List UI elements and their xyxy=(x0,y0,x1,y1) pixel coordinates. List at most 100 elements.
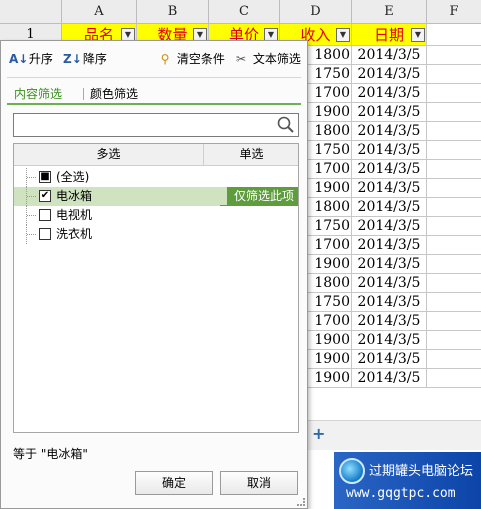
empty-cell[interactable] xyxy=(427,84,481,103)
tab-color-filter[interactable]: 颜色筛选 xyxy=(87,85,141,103)
date-cell[interactable]: 2014/3/5 xyxy=(352,274,427,293)
date-cell[interactable]: 2014/3/5 xyxy=(352,331,427,350)
ok-button[interactable]: 确定 xyxy=(135,471,213,495)
text-filter-label: 文本筛选 xyxy=(252,52,301,66)
watermark-title: 过期罐头电脑论坛 xyxy=(369,464,474,479)
empty-cell[interactable] xyxy=(427,122,481,141)
sort-ascending-button[interactable]: A↓ 升序 xyxy=(9,49,53,69)
empty-cell[interactable] xyxy=(427,179,481,198)
screen: A B C D E F 1 品名 ▼ 数量 ▼ 单价 ▼ 收入 ▼ 日期 ▼ 1800 20… xyxy=(0,0,481,509)
sort-descending-label: 降序 xyxy=(82,52,107,66)
column-header-f[interactable]: F xyxy=(427,0,481,24)
date-cell[interactable]: 2014/3/5 xyxy=(352,293,427,312)
empty-cell[interactable] xyxy=(427,350,481,369)
empty-cell[interactable] xyxy=(427,217,481,236)
date-cell[interactable]: 2014/3/5 xyxy=(352,84,427,103)
resize-grip-icon[interactable] xyxy=(297,498,305,506)
filter-dropdown-icon[interactable]: ▼ xyxy=(336,28,350,42)
single-select-mode[interactable]: 单选 xyxy=(205,144,298,165)
date-cell[interactable]: 2014/3/5 xyxy=(352,141,427,160)
checkbox-unchecked[interactable] xyxy=(39,228,51,240)
date-cell[interactable]: 2014/3/5 xyxy=(352,198,427,217)
corner-cell[interactable] xyxy=(0,0,62,24)
forum-logo-icon xyxy=(339,458,365,484)
empty-cell[interactable] xyxy=(427,369,481,388)
filter-active-icon[interactable]: ▼ xyxy=(411,28,425,42)
clear-conditions-label: 清空条件 xyxy=(176,52,225,66)
column-header-a[interactable]: A xyxy=(62,0,137,24)
empty-cell[interactable] xyxy=(427,312,481,331)
date-cell[interactable]: 2014/3/5 xyxy=(352,217,427,236)
filter-condition-text: 等于 "电冰箱" xyxy=(13,447,88,461)
date-cell[interactable]: 2014/3/5 xyxy=(352,122,427,141)
header-cell-date[interactable]: 日期 ▼ xyxy=(352,24,427,46)
column-header-d[interactable]: D xyxy=(280,0,352,24)
empty-cell[interactable] xyxy=(427,24,481,46)
clear-filter-icon: ⚲ xyxy=(160,52,170,66)
watermark: 过期罐头电脑论坛 www.gqgtpc.com xyxy=(334,452,481,509)
search-input[interactable] xyxy=(16,116,272,134)
sort-descending-button[interactable]: Z↓ 降序 xyxy=(63,49,107,69)
column-header-c[interactable]: C xyxy=(209,0,280,24)
cancel-button[interactable]: 取消 xyxy=(220,471,298,495)
filter-tabs: 内容筛选 颜色筛选 xyxy=(7,83,301,105)
search-box[interactable] xyxy=(13,113,299,137)
date-cell[interactable]: 2014/3/5 xyxy=(352,179,427,198)
empty-cell[interactable] xyxy=(427,255,481,274)
tree-line xyxy=(26,168,36,187)
tree-line xyxy=(26,187,36,206)
value-list: 多选 单选 ■ (全选) ✔ 电冰箱 仅筛选此项 电视机 洗衣机 xyxy=(13,143,299,433)
empty-cell[interactable] xyxy=(427,198,481,217)
text-filter-icon: ✂ xyxy=(235,52,247,66)
empty-cell[interactable] xyxy=(427,46,481,65)
date-cell[interactable]: 2014/3/5 xyxy=(352,312,427,331)
empty-cell[interactable] xyxy=(427,160,481,179)
search-icon[interactable] xyxy=(276,115,296,135)
tab-content-filter[interactable]: 内容筛选 xyxy=(11,85,65,103)
header-date-label: 日期 xyxy=(373,26,404,44)
checkbox-partial[interactable]: ■ xyxy=(39,171,51,183)
list-item-label: 电冰箱 xyxy=(56,189,93,203)
date-cell[interactable]: 2014/3/5 xyxy=(352,236,427,255)
checkbox-unchecked[interactable] xyxy=(39,209,51,221)
filter-panel: A↓ 升序 Z↓ 降序 ⚲ 清空条件 ✂ 文本筛选 内容筛选 颜色筛选 多选 单… xyxy=(0,40,308,509)
empty-cell[interactable] xyxy=(427,103,481,122)
column-header-e[interactable]: E xyxy=(352,0,427,24)
date-cell[interactable]: 2014/3/5 xyxy=(352,255,427,274)
tab-divider xyxy=(83,88,84,100)
multi-select-mode[interactable]: 多选 xyxy=(14,144,204,165)
date-cell[interactable]: 2014/3/5 xyxy=(352,350,427,369)
date-cell[interactable]: 2014/3/5 xyxy=(352,369,427,388)
watermark-url: www.gqgtpc.com xyxy=(346,486,456,501)
sort-descending-icon: Z↓ xyxy=(63,52,82,66)
list-item-label: 洗衣机 xyxy=(56,227,93,241)
empty-cell[interactable] xyxy=(427,331,481,350)
empty-cell[interactable] xyxy=(427,274,481,293)
list-item-fridge[interactable]: ✔ 电冰箱 仅筛选此项 xyxy=(14,187,298,206)
date-cell[interactable]: 2014/3/5 xyxy=(352,103,427,122)
filter-only-this-button[interactable]: 仅筛选此项 xyxy=(220,187,298,206)
sheet-tab-bar xyxy=(306,420,481,450)
list-item-washer[interactable]: 洗衣机 xyxy=(14,225,298,244)
list-item-tv[interactable]: 电视机 xyxy=(14,206,298,225)
list-item-label: (全选) xyxy=(56,170,90,184)
add-sheet-button[interactable]: + xyxy=(312,424,325,443)
clear-conditions-button[interactable]: ⚲ 清空条件 xyxy=(157,49,225,69)
date-cell[interactable]: 2014/3/5 xyxy=(352,65,427,84)
empty-cell[interactable] xyxy=(427,141,481,160)
sort-ascending-label: 升序 xyxy=(28,52,53,66)
filter-toolbar: A↓ 升序 Z↓ 降序 ⚲ 清空条件 ✂ 文本筛选 xyxy=(1,41,307,77)
tree-line xyxy=(26,225,36,244)
list-item-select-all[interactable]: ■ (全选) xyxy=(14,168,298,187)
sort-ascending-icon: A↓ xyxy=(9,52,29,66)
date-cell[interactable]: 2014/3/5 xyxy=(352,160,427,179)
empty-cell[interactable] xyxy=(427,65,481,84)
checkbox-checked[interactable]: ✔ xyxy=(39,190,51,202)
date-cell[interactable]: 2014/3/5 xyxy=(352,46,427,65)
column-header-b[interactable]: B xyxy=(137,0,209,24)
list-header: 多选 单选 xyxy=(14,144,298,166)
list-item-label: 电视机 xyxy=(56,208,93,222)
text-filter-button[interactable]: ✂ 文本筛选 xyxy=(233,49,301,69)
empty-cell[interactable] xyxy=(427,236,481,255)
empty-cell[interactable] xyxy=(427,293,481,312)
